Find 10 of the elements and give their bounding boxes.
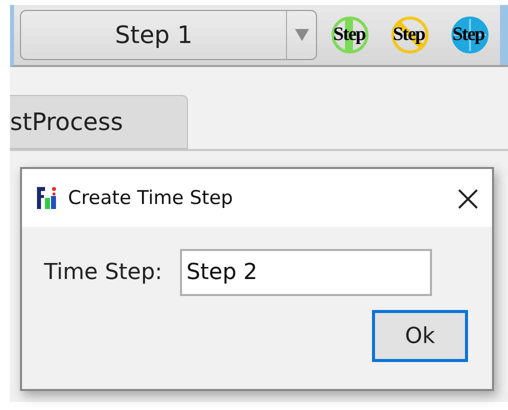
- step-dropdown[interactable]: Step 1: [20, 10, 318, 60]
- time-step-field[interactable]: Step 2: [180, 249, 432, 296]
- ok-button[interactable]: Ok: [372, 310, 468, 362]
- step-button[interactable]: Step: [440, 9, 496, 61]
- tab[interactable]: stProcess: [10, 95, 188, 149]
- dropdown-caret-icon: [294, 29, 309, 41]
- app-logo-icon: [36, 185, 58, 211]
- field-label: Time Step:: [44, 259, 162, 287]
- panel-edge: [500, 5, 508, 65]
- dialog-title: Create Time Step: [68, 186, 233, 211]
